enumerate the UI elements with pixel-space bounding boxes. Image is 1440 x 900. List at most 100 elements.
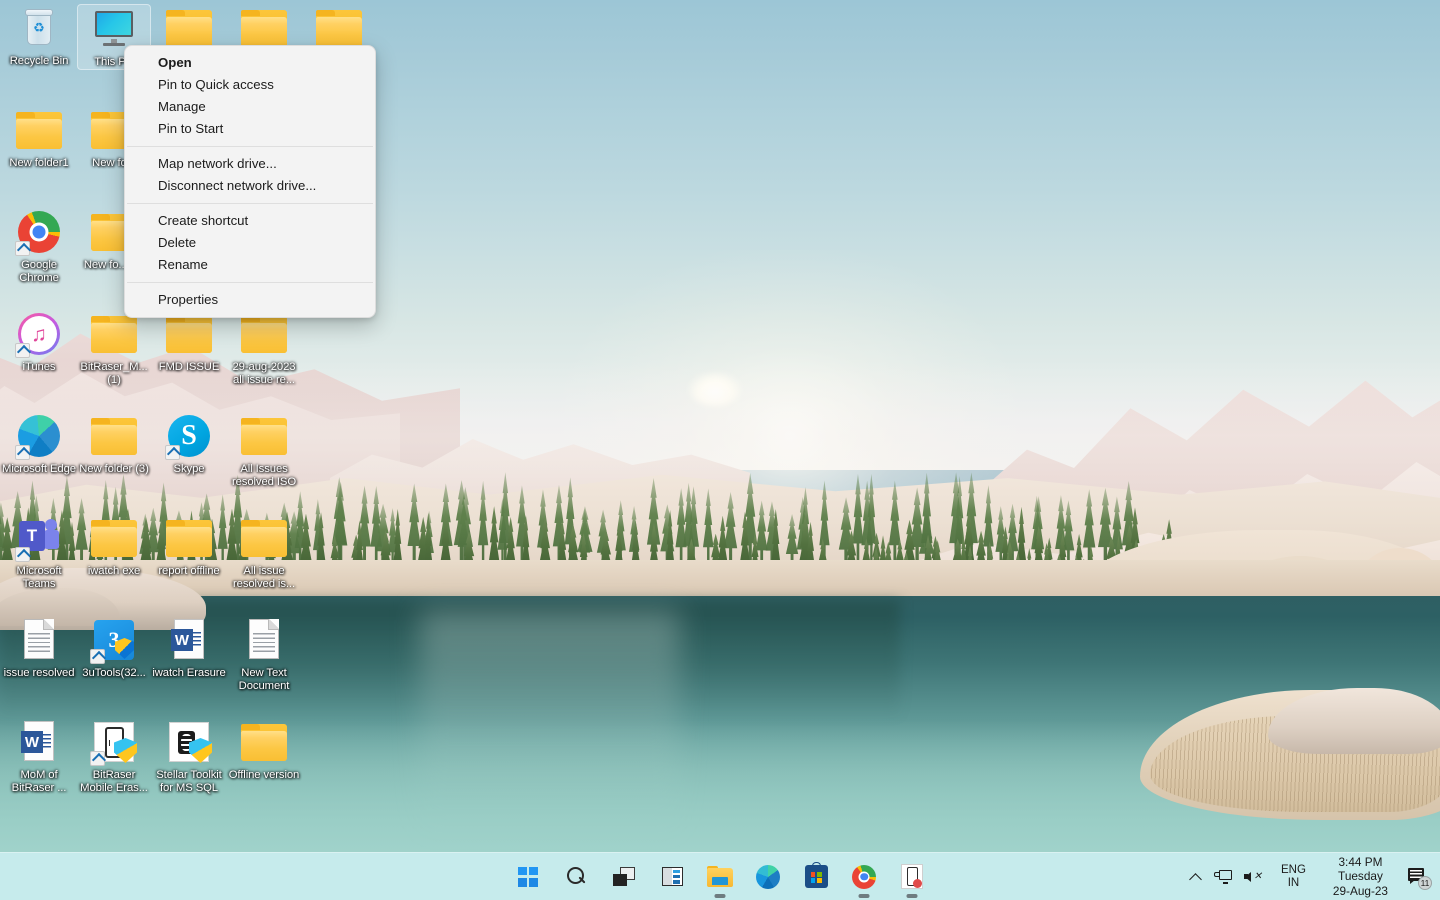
desktop-icon[interactable]: issue resolved	[2, 616, 76, 680]
taskbar-button-microsoft-edge[interactable]	[750, 859, 786, 895]
folder-icon	[91, 520, 137, 558]
desktop-icon[interactable]: FMD ISSUE	[152, 310, 226, 374]
desktop-icon[interactable]: Google Chrome	[2, 208, 76, 286]
search-icon	[566, 866, 587, 887]
taskbar-button-start[interactable]	[510, 859, 546, 895]
desktop-icon-glyph: 3	[90, 616, 138, 664]
chevron-up-icon	[1190, 871, 1202, 883]
clock-time: 3:44 PM	[1338, 854, 1383, 869]
desktop-icon-glyph	[15, 412, 63, 460]
shortcut-arrow-icon	[15, 445, 30, 460]
desktop-icon[interactable]: ♻ Recycle Bin	[2, 4, 76, 68]
context-menu-item[interactable]: Rename	[125, 254, 375, 276]
speaker-muted-icon: ✕	[1243, 869, 1262, 884]
desktop-icon-label: Microsoft Edge	[2, 463, 76, 475]
desktop-icon[interactable]: All issue resolved is...	[227, 514, 301, 592]
taskbar-button-google-chrome[interactable]	[846, 859, 882, 898]
context-menu-item[interactable]: Pin to Quick access	[125, 74, 375, 96]
tray-overflow-chevron-button[interactable]	[1184, 857, 1208, 897]
tray-notifications-button[interactable]: 11	[1402, 857, 1436, 897]
desktop-icon-label: New Text Document	[238, 667, 290, 693]
taskbar[interactable]: ✕ ENG IN 3:44 PM Tuesday 29-Aug-23 11	[0, 852, 1440, 900]
desktop-icon[interactable]: T Microsoft Teams	[2, 514, 76, 592]
desktop-icon[interactable]: W MoM of BitRaser ...	[2, 718, 76, 796]
folder-icon	[166, 316, 212, 354]
desktop-icon-label: 3uTools(32...	[82, 667, 146, 679]
desktop-icon[interactable]: Microsoft Edge	[2, 412, 76, 476]
folder-icon	[241, 724, 287, 762]
desktop-icon[interactable]: New folder1	[2, 106, 76, 170]
desktop-icon[interactable]: Stellar Toolkit for MS SQL	[152, 718, 226, 796]
clock: 3:44 PM Tuesday 29-Aug-23	[1325, 855, 1396, 899]
tray-language-button[interactable]: ENG IN	[1268, 857, 1319, 897]
desktop-icon-label: BitRaser Mobile Eras...	[80, 769, 148, 795]
desktop-icon[interactable]: Wiwatch Erasure	[152, 616, 226, 680]
desktop-icon-glyph: W	[165, 616, 213, 664]
context-menu-item[interactable]: Pin to Start	[125, 118, 375, 140]
desktop-icon-label: report offline	[158, 565, 220, 577]
desktop-icon-label: iwatch exe	[87, 565, 141, 577]
tray-clock-button[interactable]: 3:44 PM Tuesday 29-Aug-23	[1319, 855, 1402, 899]
taskbar-active-indicator	[906, 894, 918, 898]
desktop-icon-glyph	[90, 718, 138, 766]
folder-icon	[166, 10, 212, 48]
tray-network-button[interactable]	[1208, 857, 1238, 897]
taskbar-button-microsoft-store[interactable]	[798, 859, 834, 895]
desktop-icon-glyph: W	[15, 718, 63, 766]
desktop-icon[interactable]: All Issues resolved ISO	[227, 412, 301, 490]
context-menu-item[interactable]: Delete	[125, 232, 375, 254]
context-menu-item[interactable]: Disconnect network drive...	[125, 175, 375, 197]
recycle-bin-icon: ♻	[25, 8, 53, 46]
taskbar-center-buttons	[510, 853, 930, 900]
clock-date: 29-Aug-23	[1332, 883, 1388, 898]
folder-icon	[91, 418, 137, 456]
desktop-icon[interactable]: ♫ iTunes	[2, 310, 76, 374]
desktop-icon-glyph	[15, 106, 63, 154]
tray-volume-button[interactable]: ✕	[1238, 857, 1268, 897]
context-menu[interactable]: Open Pin to Quick access Manage Pin to Star…	[124, 45, 376, 318]
desktop-icon[interactable]: Offline version	[227, 718, 301, 782]
taskbar-button-task-view[interactable]	[606, 859, 642, 895]
desktop-icon-label: BitRaser_M... (1)	[80, 361, 148, 387]
desktop-icon[interactable]: iwatch exe	[77, 514, 151, 578]
desktop-icon[interactable]: S Skype	[152, 412, 226, 476]
desktop-icon-glyph: T	[15, 514, 63, 562]
desktop-icon[interactable]: BitRaser_M... (1)	[77, 310, 151, 388]
bitraser-mobile-icon	[901, 864, 923, 889]
desktop-icon-glyph	[90, 412, 138, 460]
context-menu-group: Create shortcut Delete Rename	[125, 209, 375, 277]
desktop-icon-label: FMD ISSUE	[158, 361, 220, 373]
context-menu-separator	[127, 146, 373, 147]
context-menu-item[interactable]: Manage	[125, 96, 375, 118]
desktop-icon-glyph	[240, 616, 288, 664]
desktop-icon-label: New folder1	[9, 157, 69, 169]
taskbar-button-search[interactable]	[558, 859, 594, 895]
shortcut-arrow-icon	[15, 343, 30, 358]
desktop-icon-glyph	[165, 514, 213, 562]
desktop-icon[interactable]: BitRaser Mobile Eras...	[77, 718, 151, 796]
context-menu-item[interactable]: Open	[125, 52, 375, 74]
desktop-icon[interactable]: New folder (3)	[77, 412, 151, 476]
widgets-icon	[661, 867, 683, 886]
context-menu-item[interactable]: Properties	[125, 289, 375, 311]
taskbar-button-widgets[interactable]	[654, 859, 690, 895]
context-menu-item[interactable]: Map network drive...	[125, 153, 375, 175]
desktop-icon-label: iTunes	[22, 361, 56, 373]
show-desktop-button[interactable]	[1436, 853, 1440, 900]
context-menu-item[interactable]: Create shortcut	[125, 210, 375, 232]
desktop-icon-label: Offline version	[228, 769, 300, 781]
desktop-icon[interactable]: New Text Document	[227, 616, 301, 694]
shortcut-arrow-icon	[90, 751, 105, 766]
taskbar-active-indicator	[858, 894, 870, 898]
context-menu-separator	[127, 282, 373, 283]
context-menu-group: Map network drive... Disconnect network d…	[125, 152, 375, 198]
desktop-icon-glyph	[240, 514, 288, 562]
desktop-icon-glyph	[240, 412, 288, 460]
shortcut-arrow-icon	[15, 547, 30, 562]
desktop-icon[interactable]: 29-aug-2023 all issue re...	[227, 310, 301, 388]
taskbar-button-file-explorer[interactable]	[702, 859, 738, 898]
desktop-icon[interactable]: report offline	[152, 514, 226, 578]
desktop-icon[interactable]: 3 3uTools(32...	[77, 616, 151, 680]
taskbar-button-bitraser-mobile-eraser[interactable]	[894, 859, 930, 898]
task-view-icon	[613, 867, 635, 886]
